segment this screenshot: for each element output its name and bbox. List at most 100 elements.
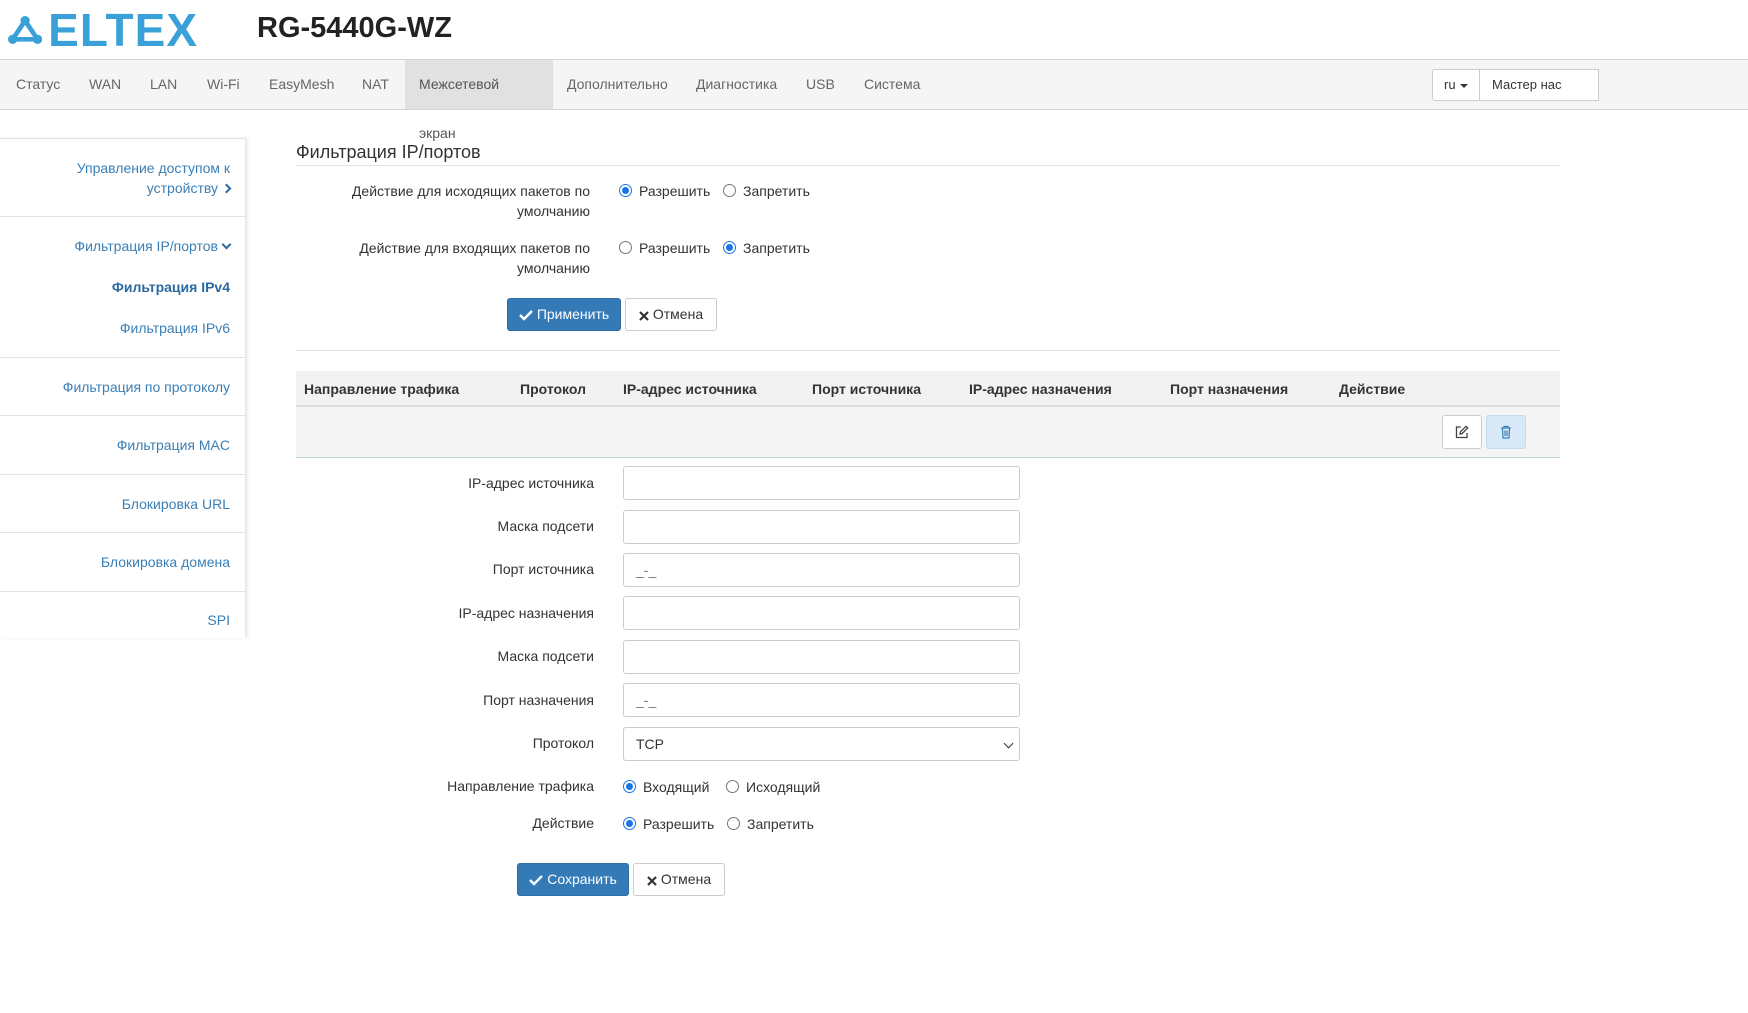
sidebar-item-label: Управление доступом к bbox=[76, 160, 230, 176]
trash-icon bbox=[1501, 425, 1511, 439]
sidebar-item-ip-port-filter[interactable]: Фильтрация IP/портов bbox=[74, 236, 232, 256]
destination-mask-label: Маска подсети bbox=[497, 648, 595, 664]
column-header-destination-ip[interactable]: IP-адрес назначения bbox=[969, 371, 1112, 407]
action-deny-radio[interactable] bbox=[727, 817, 740, 830]
sidebar-item-device-access[interactable]: Управление доступом к устройству bbox=[76, 158, 232, 198]
apply-button[interactable]: Применить bbox=[507, 298, 621, 331]
source-mask-input[interactable] bbox=[623, 510, 1020, 544]
destination-ip-label: IP-адрес назначения bbox=[458, 605, 594, 621]
column-header-action[interactable]: Действие bbox=[1339, 371, 1405, 407]
eltex-logo[interactable]: ELTEX bbox=[8, 4, 198, 56]
sidebar-divider bbox=[0, 216, 246, 217]
destination-port-label: Порт назначения bbox=[483, 692, 594, 708]
table-row bbox=[296, 407, 1560, 458]
nav-lan[interactable]: LAN bbox=[136, 60, 191, 109]
sidebar-item-ipv4-filter[interactable]: Фильтрация IPv4 bbox=[112, 277, 230, 297]
nav-advanced[interactable]: Дополнительно bbox=[553, 60, 682, 109]
source-ip-input[interactable] bbox=[623, 466, 1020, 500]
nav-nat[interactable]: NAT bbox=[348, 60, 403, 109]
direction-incoming-radio[interactable] bbox=[623, 780, 636, 793]
sidebar-item-spi[interactable]: SPI bbox=[207, 610, 230, 630]
nav-status[interactable]: Статус bbox=[2, 60, 74, 109]
header: ELTEX RG-5440G-WZ bbox=[0, 0, 1748, 60]
protocol-label: Протокол bbox=[532, 735, 594, 751]
column-header-protocol[interactable]: Протокол bbox=[520, 371, 586, 407]
outgoing-default-label: Действие для исходящих пакетов по умолча… bbox=[296, 181, 590, 221]
outgoing-default-label-line1: Действие для исходящих пакетов по bbox=[351, 183, 590, 199]
nav-wan[interactable]: WAN bbox=[75, 60, 135, 109]
incoming-default-label-line2: умолчанию bbox=[517, 260, 590, 276]
sidebar-divider bbox=[0, 591, 246, 592]
nav-easymesh[interactable]: EasyMesh bbox=[255, 60, 348, 109]
sidebar-divider bbox=[0, 532, 246, 533]
direction-outgoing-radio[interactable] bbox=[726, 780, 739, 793]
nav-diagnostics[interactable]: Диагностика bbox=[682, 60, 791, 109]
outgoing-deny-label: Запретить bbox=[743, 183, 810, 199]
chevron-right-icon bbox=[221, 183, 232, 194]
source-port-input[interactable] bbox=[623, 553, 1020, 587]
close-icon bbox=[647, 876, 657, 886]
sidebar-item-ipv6-filter[interactable]: Фильтрация IPv6 bbox=[120, 318, 230, 338]
source-port-label: Порт источника bbox=[492, 561, 594, 577]
source-mask-label: Маска подсети bbox=[497, 518, 595, 534]
outgoing-deny-radio[interactable] bbox=[723, 184, 736, 197]
top-navigation: Статус WAN LAN Wi-Fi EasyMesh NAT Межсет… bbox=[0, 59, 1748, 141]
chevron-down-icon bbox=[221, 239, 232, 250]
logo-text: ELTEX bbox=[48, 4, 198, 56]
incoming-allow-radio[interactable] bbox=[619, 241, 632, 254]
sidebar-item-url-block[interactable]: Блокировка URL bbox=[122, 494, 230, 514]
outgoing-allow-radio[interactable] bbox=[619, 184, 632, 197]
check-icon bbox=[529, 875, 544, 886]
cancel-button[interactable]: Отмена bbox=[625, 298, 717, 331]
action-allow-radio[interactable] bbox=[623, 817, 636, 830]
action-allow-label: Разрешить bbox=[643, 816, 715, 832]
sidebar-item-protocol-filter[interactable]: Фильтрация по протоколу bbox=[63, 377, 230, 397]
nav-system[interactable]: Система bbox=[850, 60, 934, 109]
sidebar: Управление доступом к устройству Фильтра… bbox=[0, 138, 246, 638]
destination-port-input[interactable] bbox=[623, 683, 1020, 717]
section-divider bbox=[296, 350, 1560, 351]
save-button[interactable]: Сохранить bbox=[517, 863, 629, 896]
page-title: Фильтрация IP/портов bbox=[296, 142, 481, 162]
destination-mask-input[interactable] bbox=[623, 640, 1020, 674]
apply-button-label: Применить bbox=[536, 306, 610, 322]
direction-label: Направление трафика bbox=[447, 778, 594, 794]
incoming-allow-label: Разрешить bbox=[639, 240, 711, 256]
nav-usb[interactable]: USB bbox=[792, 60, 849, 109]
close-icon bbox=[639, 311, 649, 321]
edit-icon bbox=[1455, 425, 1469, 439]
cancel-button-label: Отмена bbox=[652, 306, 704, 322]
language-dropdown[interactable]: ru bbox=[1432, 69, 1480, 101]
caret-down-icon bbox=[1459, 83, 1468, 88]
edit-button[interactable] bbox=[1442, 415, 1482, 449]
column-header-source-port[interactable]: Порт источника bbox=[812, 371, 921, 407]
form-cancel-button-label: Отмена bbox=[660, 871, 712, 887]
delete-button[interactable] bbox=[1486, 415, 1526, 449]
nav-firewall[interactable]: Межсетевой экран bbox=[405, 60, 553, 141]
incoming-deny-label: Запретить bbox=[743, 240, 810, 256]
sidebar-item-domain-block[interactable]: Блокировка домена bbox=[101, 552, 230, 572]
incoming-deny-radio[interactable] bbox=[723, 241, 736, 254]
direction-incoming-label: Входящий bbox=[643, 779, 710, 795]
sidebar-divider bbox=[0, 415, 246, 416]
incoming-default-label: Действие для входящих пакетов по умолчан… bbox=[296, 238, 590, 278]
device-model: RG-5440G-WZ bbox=[257, 12, 452, 44]
protocol-select-value: TCP bbox=[636, 736, 664, 752]
check-icon bbox=[518, 310, 533, 321]
destination-ip-input[interactable] bbox=[623, 596, 1020, 630]
eltex-logo-icon bbox=[8, 16, 43, 44]
setup-wizard-button[interactable]: Мастер нас bbox=[1479, 69, 1599, 101]
nav-wifi[interactable]: Wi-Fi bbox=[193, 60, 254, 109]
sidebar-item-label: устройству bbox=[146, 180, 218, 196]
save-button-label: Сохранить bbox=[547, 871, 617, 887]
chevron-down-icon bbox=[1003, 738, 1014, 749]
form-cancel-button[interactable]: Отмена bbox=[633, 863, 725, 896]
outgoing-default-label-line2: умолчанию bbox=[517, 203, 590, 219]
protocol-select[interactable]: TCP bbox=[623, 727, 1020, 761]
column-header-direction[interactable]: Направление трафика bbox=[304, 371, 459, 407]
sidebar-divider bbox=[0, 357, 246, 358]
column-header-destination-port[interactable]: Порт назначения bbox=[1170, 371, 1288, 407]
direction-outgoing-label: Исходящий bbox=[746, 779, 821, 795]
column-header-source-ip[interactable]: IP-адрес источника bbox=[623, 371, 757, 407]
sidebar-item-mac-filter[interactable]: Фильтрация MAC bbox=[117, 435, 230, 455]
